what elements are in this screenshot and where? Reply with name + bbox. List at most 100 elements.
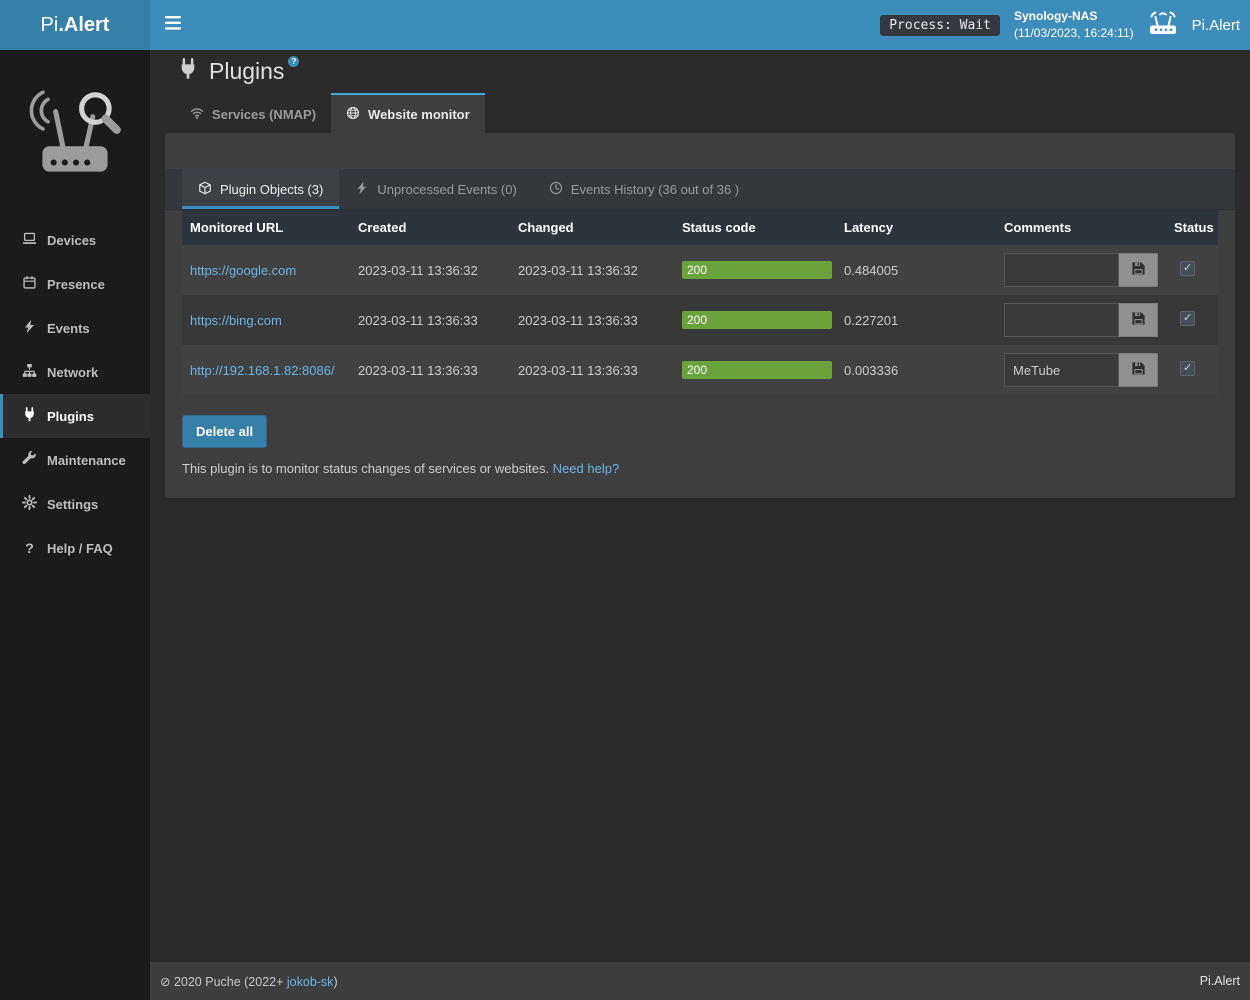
tab-unprocessed-events[interactable]: Unprocessed Events (0) <box>339 169 532 209</box>
laptop-icon <box>22 231 37 249</box>
latency-cell: 0.227201 <box>836 295 996 345</box>
calendar-icon <box>22 275 37 293</box>
need-help-link[interactable]: Need help? <box>553 461 620 476</box>
table-row: https://google.com 2023-03-11 13:36:32 2… <box>182 245 1218 295</box>
brand-light: Pi <box>41 14 59 37</box>
tab-label: Plugin Objects (3) <box>220 182 323 197</box>
footer: ⊘ 2020 Puche (2022+ jokob-sk) Pi.Alert <box>150 962 1250 1000</box>
comment-input-group <box>1004 253 1158 287</box>
help-badge-icon[interactable]: ? <box>288 56 299 67</box>
table-row: https://bing.com 2023-03-11 13:36:33 202… <box>182 295 1218 345</box>
host-timestamp: (11/03/2023, 16:24:11) <box>1014 25 1134 42</box>
status-code-value: 200 <box>687 363 707 377</box>
bolt-icon <box>355 181 369 198</box>
delete-all-button[interactable]: Delete all <box>182 415 267 448</box>
column-header-status: Status <box>1166 210 1218 245</box>
monitored-url-link[interactable]: http://192.168.1.82:8086/ <box>190 363 335 378</box>
sidebar-toggle-button[interactable] <box>150 0 196 50</box>
page-title-text: Plugins <box>209 58 284 85</box>
status-checkbox[interactable] <box>1180 311 1195 326</box>
save-comment-button[interactable] <box>1119 353 1158 387</box>
sidebar-item-label: Maintenance <box>47 453 126 468</box>
plug-icon <box>177 58 199 85</box>
save-icon <box>1131 261 1146 279</box>
jokob-sk-link[interactable]: jokob-sk <box>287 975 334 989</box>
monitored-url-link[interactable]: https://bing.com <box>190 313 282 328</box>
comment-input[interactable] <box>1004 353 1119 387</box>
save-comment-button[interactable] <box>1119 303 1158 337</box>
tab-label: Events History (36 out of 36 ) <box>571 182 739 197</box>
table-header-row: Monitored URL Created Changed Status cod… <box>182 210 1218 245</box>
host-name: Synology-NAS <box>1014 8 1134 25</box>
created-cell: 2023-03-11 13:36:32 <box>350 245 510 295</box>
pialert-logo <box>0 50 150 218</box>
save-icon <box>1131 311 1146 329</box>
sidebar-item-help-faq[interactable]: Help / FAQ <box>0 526 150 570</box>
changed-cell: 2023-03-11 13:36:33 <box>510 295 674 345</box>
bolt-icon <box>22 319 37 337</box>
sidebar-item-events[interactable]: Events <box>0 306 150 350</box>
plugin-tabs: Services (NMAP) Website monitor <box>175 93 1250 133</box>
page-title: Plugins ? <box>177 58 1250 85</box>
tab-plugin-objects[interactable]: Plugin Objects (3) <box>182 169 339 209</box>
brand-bold: .Alert <box>58 14 109 37</box>
sidebar-nav: Devices Presence Events Network Plugins … <box>0 218 150 570</box>
tab-events-history[interactable]: Events History (36 out of 36 ) <box>533 169 755 209</box>
status-code-value: 200 <box>687 313 707 327</box>
tab-label: Website monitor <box>368 107 470 122</box>
column-header-comments: Comments <box>996 210 1166 245</box>
changed-cell: 2023-03-11 13:36:33 <box>510 345 674 395</box>
tab-label: Services (NMAP) <box>212 107 316 122</box>
sidebar-item-label: Help / FAQ <box>47 541 113 556</box>
sidebar-item-presence[interactable]: Presence <box>0 262 150 306</box>
sidebar-item-label: Presence <box>47 277 105 292</box>
created-cell: 2023-03-11 13:36:33 <box>350 295 510 345</box>
comment-input-group <box>1004 353 1158 387</box>
app-name[interactable]: Pi.Alert <box>1192 17 1240 34</box>
globe-icon <box>346 106 360 123</box>
brand-logo[interactable]: Pi.Alert <box>0 0 150 50</box>
comment-input-group <box>1004 303 1158 337</box>
clock-icon <box>549 181 563 198</box>
hamburger-icon <box>165 16 181 35</box>
status-checkbox[interactable] <box>1180 261 1195 276</box>
tab-website-monitor[interactable]: Website monitor <box>331 93 485 133</box>
comment-input[interactable] <box>1004 253 1119 287</box>
gear-icon <box>22 495 37 513</box>
website-monitor-panel: Plugin Objects (3) Unprocessed Events (0… <box>165 133 1235 498</box>
status-code-bar: 200 <box>682 261 832 279</box>
main-content: Plugins ? Services (NMAP) Website monito… <box>150 50 1250 962</box>
sidebar-item-maintenance[interactable]: Maintenance <box>0 438 150 482</box>
monitored-url-link[interactable]: https://google.com <box>190 263 296 278</box>
sidebar-item-settings[interactable]: Settings <box>0 482 150 526</box>
sidebar-item-label: Settings <box>47 497 98 512</box>
plug-icon <box>22 407 37 425</box>
plugin-objects-table: Monitored URL Created Changed Status cod… <box>182 210 1218 395</box>
sidebar-item-plugins[interactable]: Plugins <box>0 394 150 438</box>
column-header-latency: Latency <box>836 210 996 245</box>
wifi-icon <box>190 106 204 123</box>
sidebar: Devices Presence Events Network Plugins … <box>0 50 150 1000</box>
sidebar-item-label: Devices <box>47 233 96 248</box>
latency-cell: 0.484005 <box>836 245 996 295</box>
sidebar-item-network[interactable]: Network <box>0 350 150 394</box>
process-status-badge: Process: Wait <box>880 15 1000 36</box>
column-header-monitored-url: Monitored URL <box>182 210 350 245</box>
column-header-status-code: Status code <box>674 210 836 245</box>
column-header-created: Created <box>350 210 510 245</box>
status-code-bar: 200 <box>682 361 832 379</box>
sidebar-item-label: Plugins <box>47 409 94 424</box>
topbar: Pi.Alert Process: Wait Synology-NAS (11/… <box>0 0 1250 50</box>
save-comment-button[interactable] <box>1119 253 1158 287</box>
changed-cell: 2023-03-11 13:36:32 <box>510 245 674 295</box>
comment-input[interactable] <box>1004 303 1119 337</box>
sidebar-item-devices[interactable]: Devices <box>0 218 150 262</box>
latency-cell: 0.003336 <box>836 345 996 395</box>
tab-services-nmap[interactable]: Services (NMAP) <box>175 93 331 133</box>
router-logo-icon <box>1148 10 1178 40</box>
column-header-changed: Changed <box>510 210 674 245</box>
host-info: Synology-NAS (11/03/2023, 16:24:11) <box>1014 8 1134 42</box>
plugin-subtabs: Plugin Objects (3) Unprocessed Events (0… <box>165 169 1235 210</box>
status-checkbox[interactable] <box>1180 361 1195 376</box>
save-icon <box>1131 361 1146 379</box>
